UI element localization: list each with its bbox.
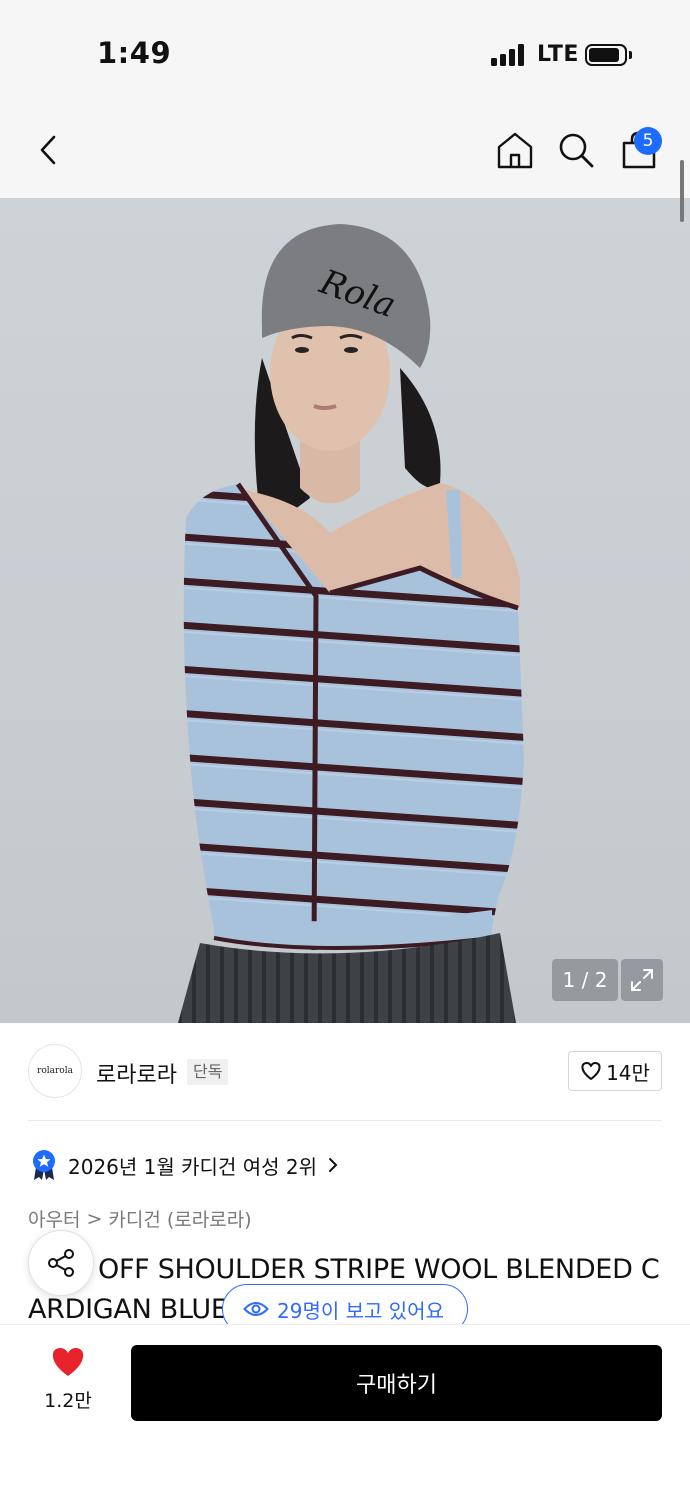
heart-filled-icon xyxy=(52,1347,84,1376)
share-button[interactable] xyxy=(28,1230,94,1296)
brand-logo-text: rolarola xyxy=(37,1066,73,1076)
chevron-right-icon xyxy=(328,1158,338,1172)
product-photo: Rola xyxy=(178,224,524,1023)
ranking-row[interactable]: 2026년 1월 카디건 여성 2위 xyxy=(30,1149,339,1181)
wishlist-button[interactable]: 1.2만 xyxy=(32,1346,104,1413)
breadcrumb-separator: > xyxy=(86,1207,103,1230)
back-button[interactable] xyxy=(26,128,70,172)
home-button[interactable] xyxy=(493,128,537,172)
breadcrumb: 아우터 > 카디건 (로라로라) xyxy=(28,1205,252,1232)
network-type: LTE xyxy=(537,42,579,67)
eye-icon xyxy=(243,1302,269,1316)
buy-button[interactable]: 구매하기 xyxy=(131,1345,662,1421)
page-indicator: 1 / 2 xyxy=(552,959,618,1001)
signal-icon xyxy=(491,44,525,66)
breadcrumb-item-outer[interactable]: 아우터 xyxy=(28,1205,80,1232)
scroll-indicator[interactable] xyxy=(680,160,684,222)
expand-button[interactable] xyxy=(621,959,663,1001)
brand-like-count: 14만 xyxy=(606,1060,650,1085)
status-time: 1:49 xyxy=(97,36,172,70)
ranking-text: 2026년 1월 카디건 여성 2위 xyxy=(68,1154,317,1179)
heart-outline-icon xyxy=(581,1061,601,1080)
exclusive-tag: 단독 xyxy=(187,1059,229,1085)
brand-like-button[interactable]: 14만 xyxy=(568,1051,662,1091)
nav-bar xyxy=(0,100,690,198)
share-icon xyxy=(48,1249,74,1277)
product-image[interactable]: Rola › xyxy=(0,198,690,1023)
chevron-left-icon xyxy=(40,135,56,165)
brand-name[interactable]: 로라로라 xyxy=(96,1057,177,1089)
home-icon xyxy=(497,132,533,169)
divider xyxy=(28,1120,662,1121)
breadcrumb-item-cardigan[interactable]: 카디건 (로라로라) xyxy=(108,1205,251,1232)
battery-icon xyxy=(585,44,627,66)
search-icon xyxy=(559,133,594,168)
viewers-text: 29명이 보고 있어요 xyxy=(277,1298,444,1323)
battery-cap xyxy=(629,51,632,59)
status-bar: 1:49 LTE xyxy=(0,0,690,100)
brand-logo[interactable]: rolarola xyxy=(28,1044,82,1098)
wishlist-count: 1.2만 xyxy=(44,1390,92,1412)
expand-icon xyxy=(631,969,653,991)
cart-count-badge: 5 xyxy=(634,127,662,155)
search-button[interactable] xyxy=(554,128,598,172)
rank-badge-icon xyxy=(33,1150,55,1180)
